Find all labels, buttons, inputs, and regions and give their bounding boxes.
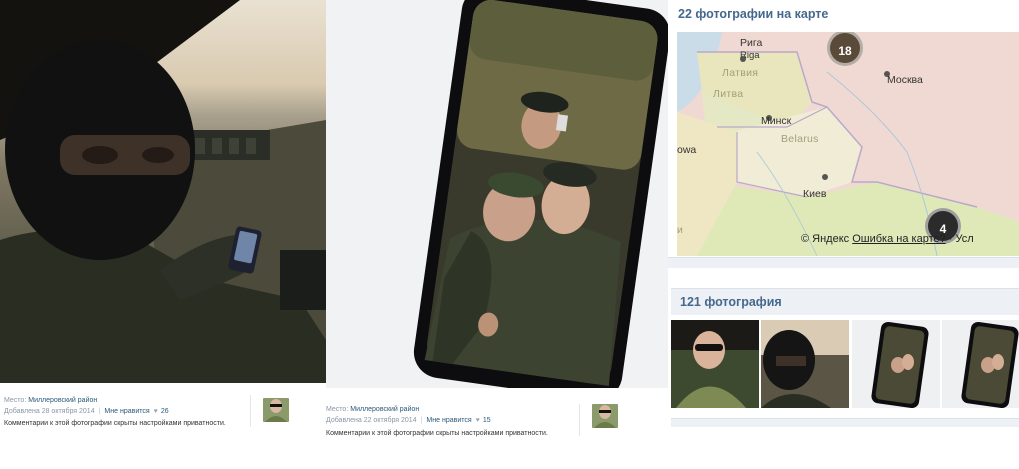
author-avatar[interactable] [263, 398, 289, 422]
thumbnail-image [671, 320, 759, 408]
photo-post-middle: Место: Миллеровский район Добавлена 22 о… [326, 0, 668, 469]
right-sidebar: 22 фотографии на карте Рига Riga Латвия … [668, 0, 1019, 469]
like-link[interactable]: Мне нравится [426, 417, 471, 424]
thumbnail-image [942, 320, 1019, 408]
place-link[interactable]: Миллеровский район [28, 397, 97, 404]
map-error-link[interactable]: Ошибка на карте? [852, 233, 946, 245]
photo-thumbnail[interactable] [671, 320, 759, 408]
photo-map[interactable]: Рига Riga Латвия Литва Минск Belarus Мос… [677, 32, 1019, 256]
photo-mirror-image [326, 0, 668, 388]
place-label: Место: [4, 397, 27, 404]
comments-hidden-note: Комментарии к этой фотографии скрыты нас… [4, 420, 226, 427]
map-label-belarus: Belarus [781, 133, 819, 145]
heart-icon[interactable]: ♥ [476, 417, 480, 424]
map-label-partial: и [677, 224, 684, 236]
added-date: Добавлена 22 октября 2014 [326, 417, 417, 424]
photos-section-title[interactable]: 121 фотография [680, 295, 782, 309]
meta-separator: | [420, 417, 423, 424]
place-link[interactable]: Миллеровский район [350, 406, 419, 413]
place-label: Место: [326, 406, 349, 413]
map-label-kyiv: Киев [803, 188, 827, 200]
map-label-minsk: Минск [761, 115, 792, 127]
map-section-title[interactable]: 22 фотографии на карте [678, 7, 828, 21]
avatar-image [592, 404, 618, 428]
post-meta-added: Добавлена 22 октября 2014 | Мне нравится ♥ 1… [326, 415, 586, 427]
like-count: 15 [482, 417, 491, 424]
yandex-copyright: © Яндекс [801, 233, 850, 245]
map-attribution: © Яндекс Ошибка на карте? · Усл [801, 233, 974, 245]
photo-thumbnail[interactable] [942, 320, 1019, 408]
post-meta-added: Добавлена 28 октября 2014 | Мне нравится ♥ 2… [4, 406, 254, 418]
photo-thumbnail[interactable] [761, 320, 849, 408]
like-count: 26 [160, 408, 169, 415]
thumbnail-image [852, 320, 940, 408]
added-date: Добавлена 28 октября 2014 [4, 408, 95, 415]
divider [579, 404, 580, 436]
avatar-image [263, 398, 289, 422]
meta-separator: | [98, 408, 101, 415]
photo-masked-man-image [0, 0, 326, 383]
terms-link[interactable]: · Усл [949, 233, 974, 245]
post-photo-masked-man[interactable] [0, 0, 326, 383]
pin-count: 18 [838, 44, 852, 58]
heart-icon[interactable]: ♥ [154, 408, 158, 415]
map-label-latvia: Латвия [722, 67, 759, 79]
section-spacer [668, 257, 1019, 268]
map-label-riga-latin: Riga [740, 50, 760, 61]
photo-thumbnail[interactable] [852, 320, 940, 408]
map-label-partial-warsaw: оwa [677, 144, 697, 156]
thumbnail-image [761, 320, 849, 408]
map-label-riga: Рига [740, 37, 763, 49]
author-avatar[interactable] [592, 404, 618, 428]
comments-hidden-note: Комментарии к этой фотографии скрыты нас… [326, 430, 548, 437]
section-footer-bar [671, 418, 1019, 427]
map-label-moscow: Москва [887, 74, 923, 86]
photos-section-header: 121 фотография [671, 288, 1019, 315]
photo-post-left: Место: Миллеровский район Добавлена 28 о… [0, 0, 326, 469]
divider [250, 395, 251, 427]
map-label-lithuania: Литва [713, 88, 744, 100]
like-link[interactable]: Мне нравится [104, 408, 149, 415]
post-photo-mirror-selfie[interactable] [326, 0, 668, 388]
